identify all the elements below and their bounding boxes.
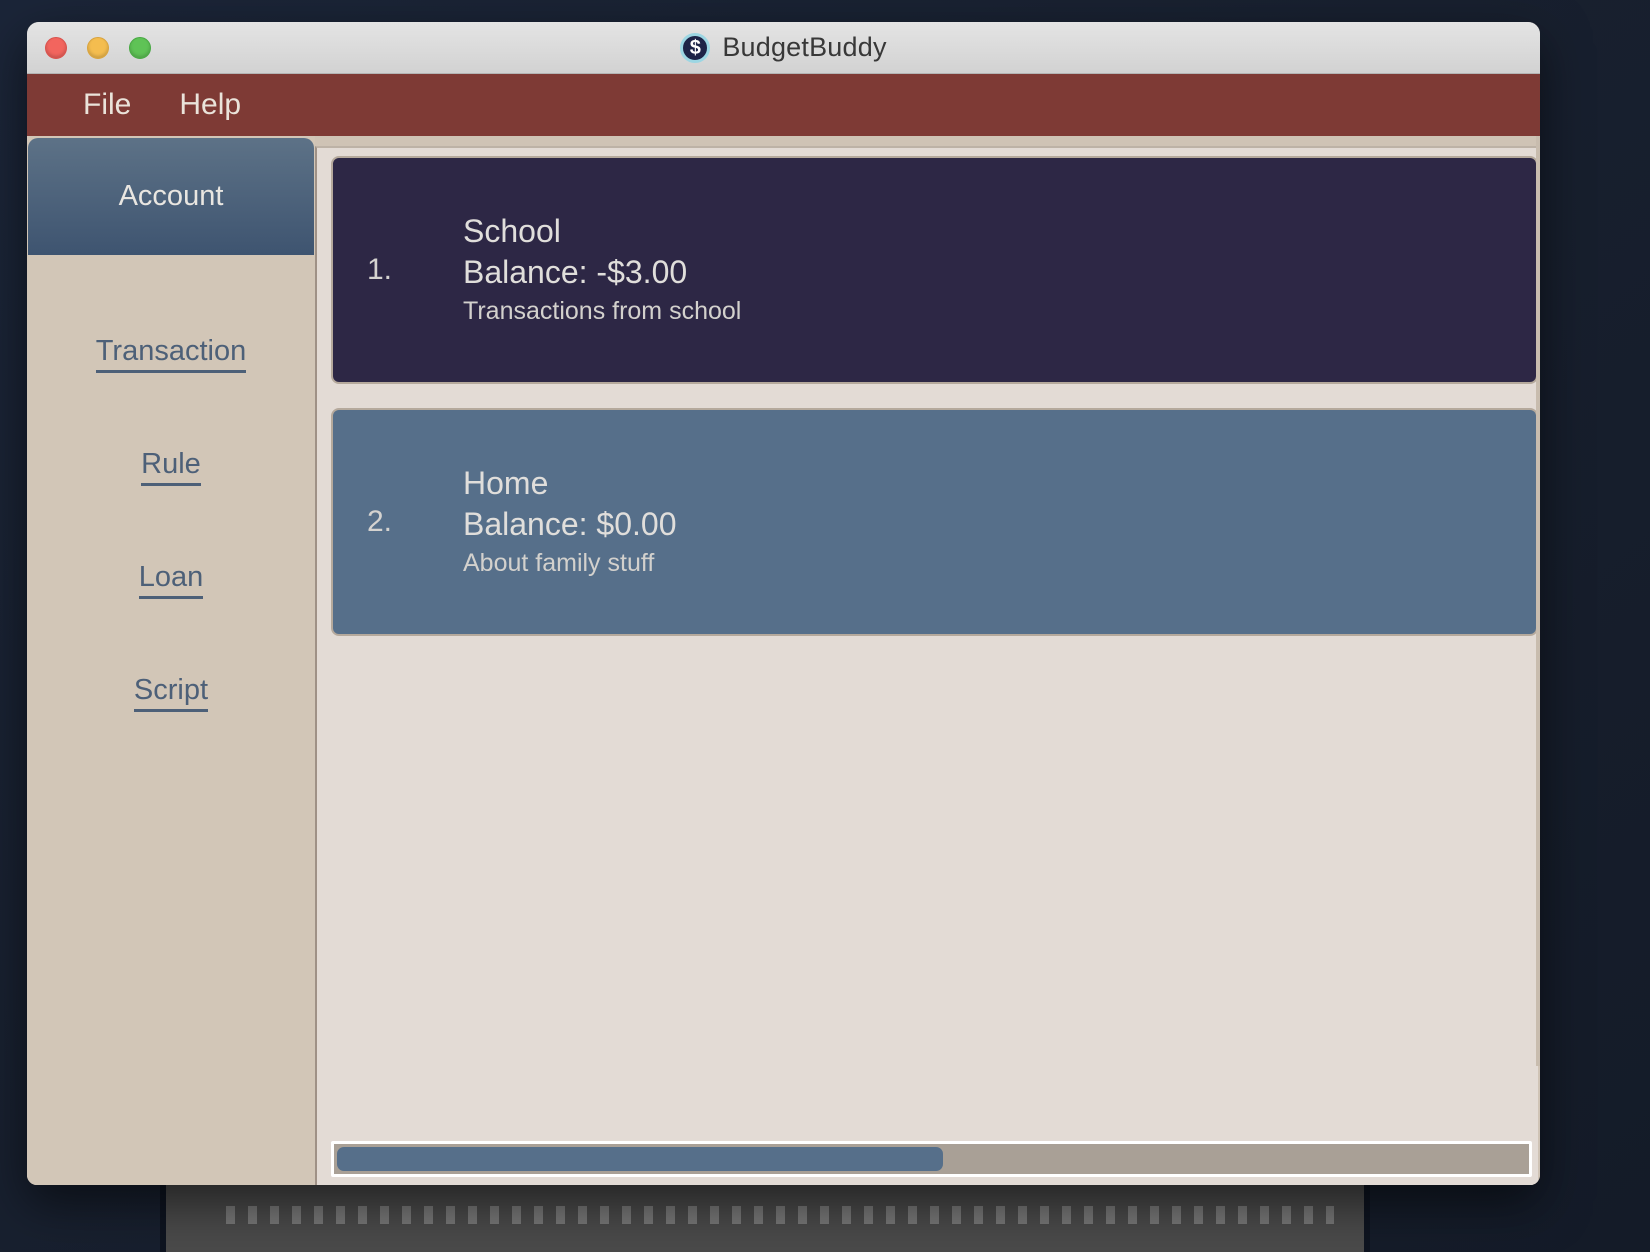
background-window-textline	[226, 1206, 1334, 1224]
minimize-button[interactable]	[87, 36, 109, 59]
window-controls[interactable]	[45, 36, 151, 59]
card-index: 2.	[367, 505, 393, 538]
card-account-description: Transactions from school	[463, 297, 742, 326]
card-account-balance: Balance: $0.00	[463, 506, 677, 543]
sidebar-item-account[interactable]: Account	[28, 138, 314, 255]
maximize-button[interactable]	[129, 36, 151, 59]
sidebar-item-label: Rule	[141, 448, 201, 486]
desktop: 6) $ BudgetBuddy File Help	[0, 0, 1650, 1252]
horizontal-scrollbar[interactable]	[317, 1141, 1538, 1185]
sidebar-item-loan[interactable]: Loan	[27, 549, 315, 599]
menubar[interactable]: File Help	[27, 74, 1540, 136]
card-account-balance: Balance: -$3.00	[463, 254, 688, 291]
card-account-name: Home	[463, 465, 549, 502]
window-body: Account Transaction Rule Loan Script 1. …	[27, 136, 1540, 1185]
sidebar-item-label: Transaction	[95, 335, 247, 373]
budgetbuddy-window[interactable]: $ BudgetBuddy File Help Account Transact…	[27, 22, 1540, 1185]
card-account-name: School	[463, 213, 561, 250]
close-button[interactable]	[45, 36, 67, 59]
card-fields: Home Balance: $0.00 About family stuff	[463, 463, 677, 581]
sidebar-item-transaction[interactable]: Transaction	[27, 323, 315, 373]
card-fields: School Balance: -$3.00 Transactions from…	[463, 211, 741, 329]
table-row[interactable]: 1. School Balance: -$3.00 Transactions f…	[331, 156, 1538, 384]
sidebar-item-rule[interactable]: Rule	[27, 436, 315, 486]
sidebar-nav: Account Transaction Rule Loan Script	[27, 136, 315, 1185]
menu-help[interactable]: Help	[179, 88, 241, 122]
account-list[interactable]: 1. School Balance: -$3.00 Transactions f…	[317, 148, 1538, 1141]
scrollbar-track[interactable]	[331, 1141, 1532, 1177]
table-row[interactable]: 2. Home Balance: $0.00 About family stuf…	[331, 408, 1538, 636]
titlebar[interactable]: $ BudgetBuddy	[27, 22, 1540, 74]
card-account-description: About family stuff	[463, 549, 655, 578]
menu-file[interactable]: File	[83, 88, 131, 122]
content-area: 1. School Balance: -$3.00 Transactions f…	[315, 136, 1540, 1185]
sidebar-item-label: Script	[133, 674, 209, 712]
sidebar-item-label: Account	[118, 180, 224, 212]
sidebar-item-label: Loan	[138, 561, 204, 599]
card-index: 1.	[367, 253, 393, 286]
window-title: BudgetBuddy	[722, 32, 887, 62]
scrollbar-thumb[interactable]	[337, 1147, 944, 1171]
title-group: $ BudgetBuddy	[27, 32, 1540, 63]
sidebar-item-script[interactable]: Script	[27, 662, 315, 712]
dollar-sign-icon: $	[680, 32, 711, 63]
account-list-panel: 1. School Balance: -$3.00 Transactions f…	[315, 146, 1538, 1185]
window-right-edge	[1536, 136, 1540, 1066]
